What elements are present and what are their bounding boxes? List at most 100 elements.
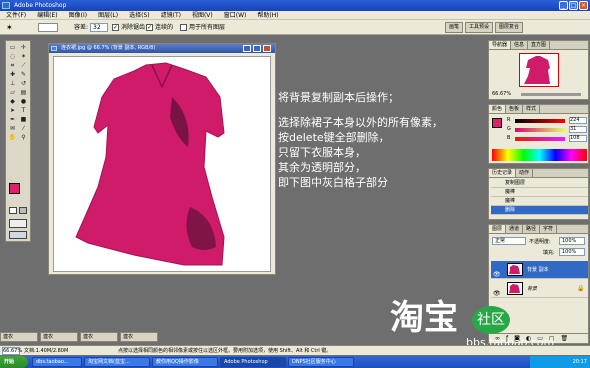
navigator-tabs: 导航器 信息 直方图	[489, 41, 588, 50]
antialias-checkbox[interactable]: ✓	[112, 24, 119, 31]
system-tray: 20:17	[530, 356, 590, 368]
status-zoom[interactable]: 66.67%	[2, 347, 22, 355]
standard-mode-icon[interactable]	[9, 207, 17, 214]
history-item-selected[interactable]: 删除	[491, 206, 588, 215]
tab-layers[interactable]: 图层	[489, 225, 507, 233]
color-r-slider[interactable]	[515, 119, 565, 123]
move-tool-icon[interactable]: ✛	[19, 44, 28, 52]
menu-edit[interactable]: 编辑(E)	[37, 11, 57, 19]
stamp-tool-icon[interactable]: ⊥	[8, 80, 17, 88]
crop-tool-icon[interactable]: ⌗	[8, 62, 17, 70]
doc-minimize-button[interactable]	[243, 45, 251, 52]
marquee-tool-icon[interactable]: ▭	[8, 44, 17, 52]
doc-maximize-button[interactable]	[253, 45, 261, 52]
blur-tool-icon[interactable]: ◆	[8, 98, 17, 106]
tab-character[interactable]: 字符	[540, 225, 558, 233]
all-layers-checkbox[interactable]	[180, 24, 187, 31]
taskbar-item[interactable]: dbs.taobao...	[32, 357, 82, 367]
magic-wand-tool-icon[interactable]: ✶	[19, 53, 28, 61]
doc-close-button[interactable]	[263, 45, 271, 52]
start-button[interactable]: 开始	[0, 356, 28, 368]
hand-tool-icon[interactable]: ✋	[8, 134, 17, 142]
color-spectrum-bar[interactable]	[492, 149, 587, 161]
palette-well-layer-comps[interactable]: 图层复合	[495, 22, 524, 33]
menu-layer[interactable]: 图层(L)	[98, 11, 118, 19]
type-tool-icon[interactable]: T	[19, 107, 28, 115]
layer-row-selected[interactable]: 👁 背景 副本	[491, 261, 588, 279]
menu-help[interactable]: 帮助(H)	[257, 11, 278, 19]
jump-to-imageready-icon[interactable]	[9, 231, 27, 239]
taskbar-item[interactable]: 教你用QQ操作影像	[152, 357, 218, 367]
tab-paths[interactable]: 路径	[523, 225, 541, 233]
palette-well-brushes[interactable]: 画笔	[445, 22, 464, 33]
color-b-slider[interactable]	[515, 137, 565, 141]
maximize-button[interactable]: □	[569, 1, 578, 10]
tab-styles[interactable]: 样式	[523, 105, 541, 113]
history-item[interactable]: 魔棒	[491, 188, 588, 197]
color-r-value[interactable]: 224	[569, 117, 587, 124]
tab-swatches[interactable]: 色板	[506, 105, 524, 113]
tab-info[interactable]: 信息	[511, 41, 529, 49]
history-brush-icon[interactable]: ↺	[19, 80, 28, 88]
tab-navigator[interactable]: 导航器	[489, 41, 512, 49]
tab-histogram[interactable]: 直方图	[528, 41, 551, 49]
blend-mode-select[interactable]: 正常	[492, 237, 526, 245]
gradient-tool-icon[interactable]: ▤	[19, 89, 28, 97]
tab-color[interactable]: 颜色	[489, 105, 507, 113]
brush-tool-icon[interactable]: ✎	[19, 71, 28, 79]
color-g-slider[interactable]	[515, 128, 565, 132]
menu-select[interactable]: 选择(S)	[129, 11, 150, 19]
dodge-tool-icon[interactable]: ●	[19, 98, 28, 106]
tab-channels[interactable]: 通道	[506, 225, 524, 233]
minimized-doc[interactable]: 連衣	[0, 332, 38, 342]
menu-window[interactable]: 窗口(W)	[224, 11, 247, 19]
healing-brush-icon[interactable]: ✚	[8, 71, 17, 79]
color-g-value[interactable]: 31	[569, 126, 587, 133]
contiguous-checkbox[interactable]: ✓	[146, 24, 153, 31]
tab-actions[interactable]: 动作	[516, 169, 534, 177]
menu-filter[interactable]: 滤镜(T)	[161, 11, 181, 19]
menu-image[interactable]: 图像(I)	[69, 11, 87, 19]
pen-tool-icon[interactable]: ✒	[8, 116, 17, 124]
color-fg-swatch[interactable]	[492, 118, 502, 128]
eraser-tool-icon[interactable]: ▱	[8, 89, 17, 97]
minimized-doc[interactable]: 連衣	[40, 332, 78, 342]
tolerance-input[interactable]: 32	[90, 23, 108, 32]
menu-view[interactable]: 视图(V)	[192, 11, 213, 19]
path-select-icon[interactable]: ➤	[8, 107, 17, 115]
layer-row[interactable]: 👁 背景 🔒	[491, 280, 588, 298]
minimized-doc[interactable]: 連衣	[80, 332, 118, 342]
navigator-zoom[interactable]: 66.67%	[492, 91, 511, 97]
document-title-bar: 连衣裙.jpg @ 66.7% (背景 副本, RGB/8)	[49, 44, 275, 53]
image-canvas[interactable]	[53, 56, 271, 272]
quickmask-mode-icon[interactable]	[19, 207, 27, 214]
title-bar: Adobe Photoshop _ □ ×	[0, 0, 590, 11]
eyedropper-tool-icon[interactable]: ⁄	[19, 125, 28, 133]
lasso-tool-icon[interactable]: ◌	[8, 53, 17, 61]
history-item[interactable]: 魔棒	[491, 197, 588, 206]
navigator-thumbnail[interactable]	[519, 53, 559, 87]
screen-mode-icons[interactable]	[9, 219, 27, 228]
instruction-line: 即下图中灰白格子部分	[278, 176, 388, 189]
menu-file[interactable]: 文件(F)	[6, 11, 26, 19]
close-button[interactable]: ×	[579, 1, 588, 10]
fill-input[interactable]: 100%	[559, 248, 585, 256]
notes-tool-icon[interactable]: ✉	[8, 125, 17, 133]
navigator-zoom-slider[interactable]	[521, 93, 581, 96]
minimize-button[interactable]: _	[559, 1, 568, 10]
palette-well-tool-presets[interactable]: 工具预设	[465, 22, 494, 33]
taskbar-item[interactable]: 淘宝网文档(蓝宝...	[84, 357, 150, 367]
tab-history[interactable]: 历史记录	[489, 169, 517, 177]
color-b-value[interactable]: 108	[569, 135, 587, 142]
shape-tool-icon[interactable]: ■	[19, 116, 28, 124]
slice-tool-icon[interactable]: ⟋	[19, 62, 28, 70]
magic-wand-icon[interactable]: ✶	[6, 20, 13, 35]
minimized-doc[interactable]: 連衣	[120, 332, 158, 342]
taskbar-item[interactable]: DNPS社区服务中心	[288, 357, 354, 367]
foreground-color-swatch[interactable]	[9, 183, 20, 194]
taskbar-item-active[interactable]: Adobe Photoshop	[220, 357, 286, 367]
selection-mode-buttons[interactable]	[38, 23, 58, 32]
opacity-input[interactable]: 100%	[559, 237, 585, 245]
zoom-tool-icon[interactable]: ⚲	[19, 134, 28, 142]
history-item[interactable]: 复制图层	[491, 179, 588, 188]
